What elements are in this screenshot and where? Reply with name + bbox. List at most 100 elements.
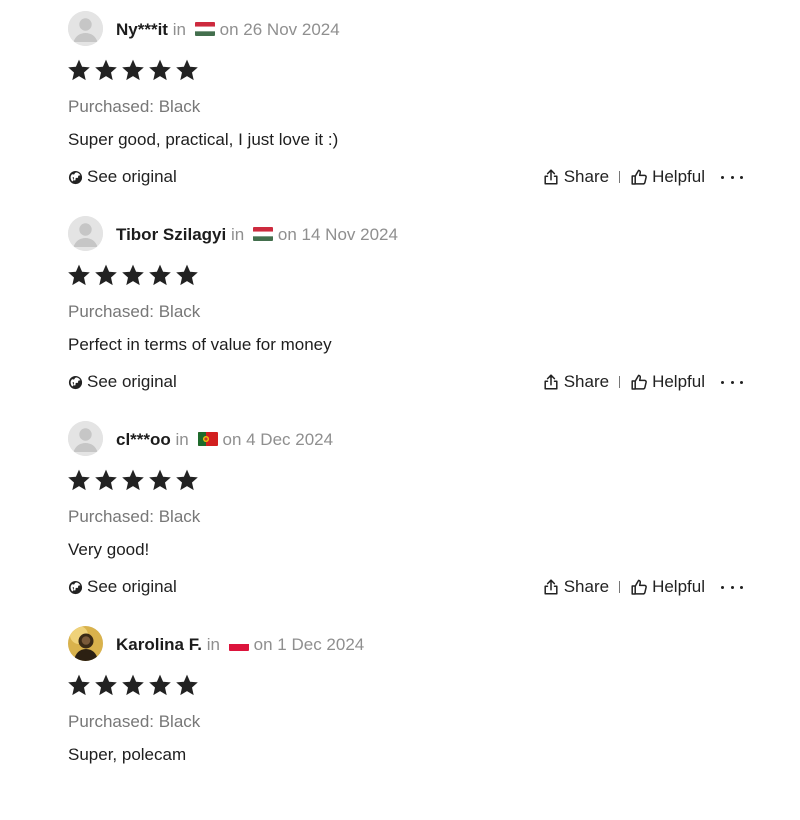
thumbs-up-icon [630, 168, 648, 186]
review-text: Perfect in terms of value for money [68, 335, 332, 354]
review-card: Karolina F. in on 1 Dec 2024 Purchased: … [0, 615, 800, 820]
review-date: on 4 Dec 2024 [222, 430, 334, 449]
star-icon [67, 468, 91, 492]
see-original-button[interactable]: See original [68, 164, 177, 190]
star-icon [121, 263, 145, 287]
avatar[interactable] [68, 11, 103, 46]
review-actions: See original Share Helpful [0, 164, 800, 190]
portugal-flag-icon [198, 432, 218, 446]
divider [619, 581, 621, 593]
user-photo-icon [68, 626, 103, 661]
divider [619, 376, 621, 388]
review-card: Tibor Szilagyi in on 14 Nov 2024 Purchas… [0, 205, 800, 410]
star-icon [121, 673, 145, 697]
see-original-button[interactable]: See original [68, 369, 177, 395]
review-actions: See original Share Helpful [0, 574, 800, 600]
star-icon [67, 673, 91, 697]
review-card: Ny***it in on 26 Nov 2024 Purchased: Bla… [0, 0, 800, 205]
helpful-label: Helpful [652, 577, 705, 596]
star-icon [175, 468, 199, 492]
avatar[interactable] [68, 421, 103, 456]
purchased-variant: Purchased: Black [68, 712, 201, 731]
more-options-icon[interactable] [721, 167, 743, 187]
thumbs-up-icon [630, 373, 648, 391]
star-icon [175, 263, 199, 287]
helpful-label: Helpful [652, 372, 705, 391]
star-icon [94, 468, 118, 492]
avatar[interactable] [68, 626, 103, 661]
share-icon [542, 578, 560, 596]
action-group: Share Helpful [542, 369, 743, 395]
star-icon [175, 673, 199, 697]
reviewer-name[interactable]: cl***oo [116, 430, 171, 449]
action-group: Share Helpful [542, 574, 743, 600]
star-icon [148, 58, 172, 82]
helpful-button[interactable]: Helpful [630, 577, 705, 597]
reviewer-name[interactable]: Ny***it [116, 20, 168, 39]
in-label: in [230, 225, 245, 244]
see-original-label: See original [87, 372, 177, 391]
star-icon [148, 263, 172, 287]
star-icon [148, 468, 172, 492]
star-icon [67, 58, 91, 82]
share-label: Share [563, 167, 610, 186]
globe-icon [68, 375, 83, 390]
review-text: Very good! [68, 540, 150, 559]
review-date: on 26 Nov 2024 [219, 20, 340, 39]
review-text: Super, polecam [68, 745, 187, 764]
review-card: cl***oo in on 4 Dec 2024 Purchased: Blac… [0, 410, 800, 615]
star-rating [67, 58, 199, 84]
user-avatar-icon [68, 421, 103, 456]
purchased-variant: Purchased: Black [68, 302, 201, 321]
star-icon [94, 263, 118, 287]
in-label: in [175, 430, 189, 449]
more-options-icon[interactable] [721, 577, 743, 597]
divider [619, 171, 621, 183]
hungary-flag-icon [195, 22, 215, 36]
share-label: Share [563, 372, 610, 391]
reviewer-line: Tibor Szilagyi in on 14 Nov 2024 [116, 222, 398, 248]
share-icon [542, 168, 560, 186]
reviewer-line: cl***oo in on 4 Dec 2024 [116, 427, 333, 453]
star-rating [67, 263, 199, 289]
star-icon [94, 673, 118, 697]
hungary-flag-icon [253, 227, 273, 241]
share-label: Share [563, 577, 610, 596]
user-avatar-icon [68, 216, 103, 251]
star-icon [175, 58, 199, 82]
see-original-button[interactable]: See original [68, 574, 177, 600]
review-actions: See original Share Helpful [0, 369, 800, 395]
review-date: on 14 Nov 2024 [277, 225, 398, 244]
helpful-button[interactable]: Helpful [630, 167, 705, 187]
helpful-button[interactable]: Helpful [630, 372, 705, 392]
see-original-label: See original [87, 167, 177, 186]
helpful-label: Helpful [652, 167, 705, 186]
purchased-variant: Purchased: Black [68, 507, 201, 526]
star-icon [94, 58, 118, 82]
star-icon [121, 58, 145, 82]
review-text: Super good, practical, I just love it :) [68, 130, 339, 149]
see-original-label: See original [87, 577, 177, 596]
share-button[interactable]: Share [542, 577, 609, 597]
share-button[interactable]: Share [542, 372, 609, 392]
review-date: on 1 Dec 2024 [253, 635, 365, 654]
action-group: Share Helpful [542, 164, 743, 190]
star-icon [67, 263, 91, 287]
star-icon [121, 468, 145, 492]
share-icon [542, 373, 560, 391]
poland-flag-icon [229, 637, 249, 651]
thumbs-up-icon [630, 578, 648, 596]
globe-icon [68, 170, 83, 185]
user-avatar-icon [68, 11, 103, 46]
reviewer-line: Karolina F. in on 1 Dec 2024 [116, 632, 364, 658]
purchased-variant: Purchased: Black [68, 97, 201, 116]
share-button[interactable]: Share [542, 167, 609, 187]
more-options-icon[interactable] [721, 372, 743, 392]
star-icon [148, 673, 172, 697]
star-rating [67, 468, 199, 494]
reviewer-name[interactable]: Tibor Szilagyi [116, 225, 226, 244]
reviewer-name[interactable]: Karolina F. [116, 635, 202, 654]
in-label: in [206, 635, 220, 654]
reviewer-line: Ny***it in on 26 Nov 2024 [116, 17, 340, 43]
avatar[interactable] [68, 216, 103, 251]
